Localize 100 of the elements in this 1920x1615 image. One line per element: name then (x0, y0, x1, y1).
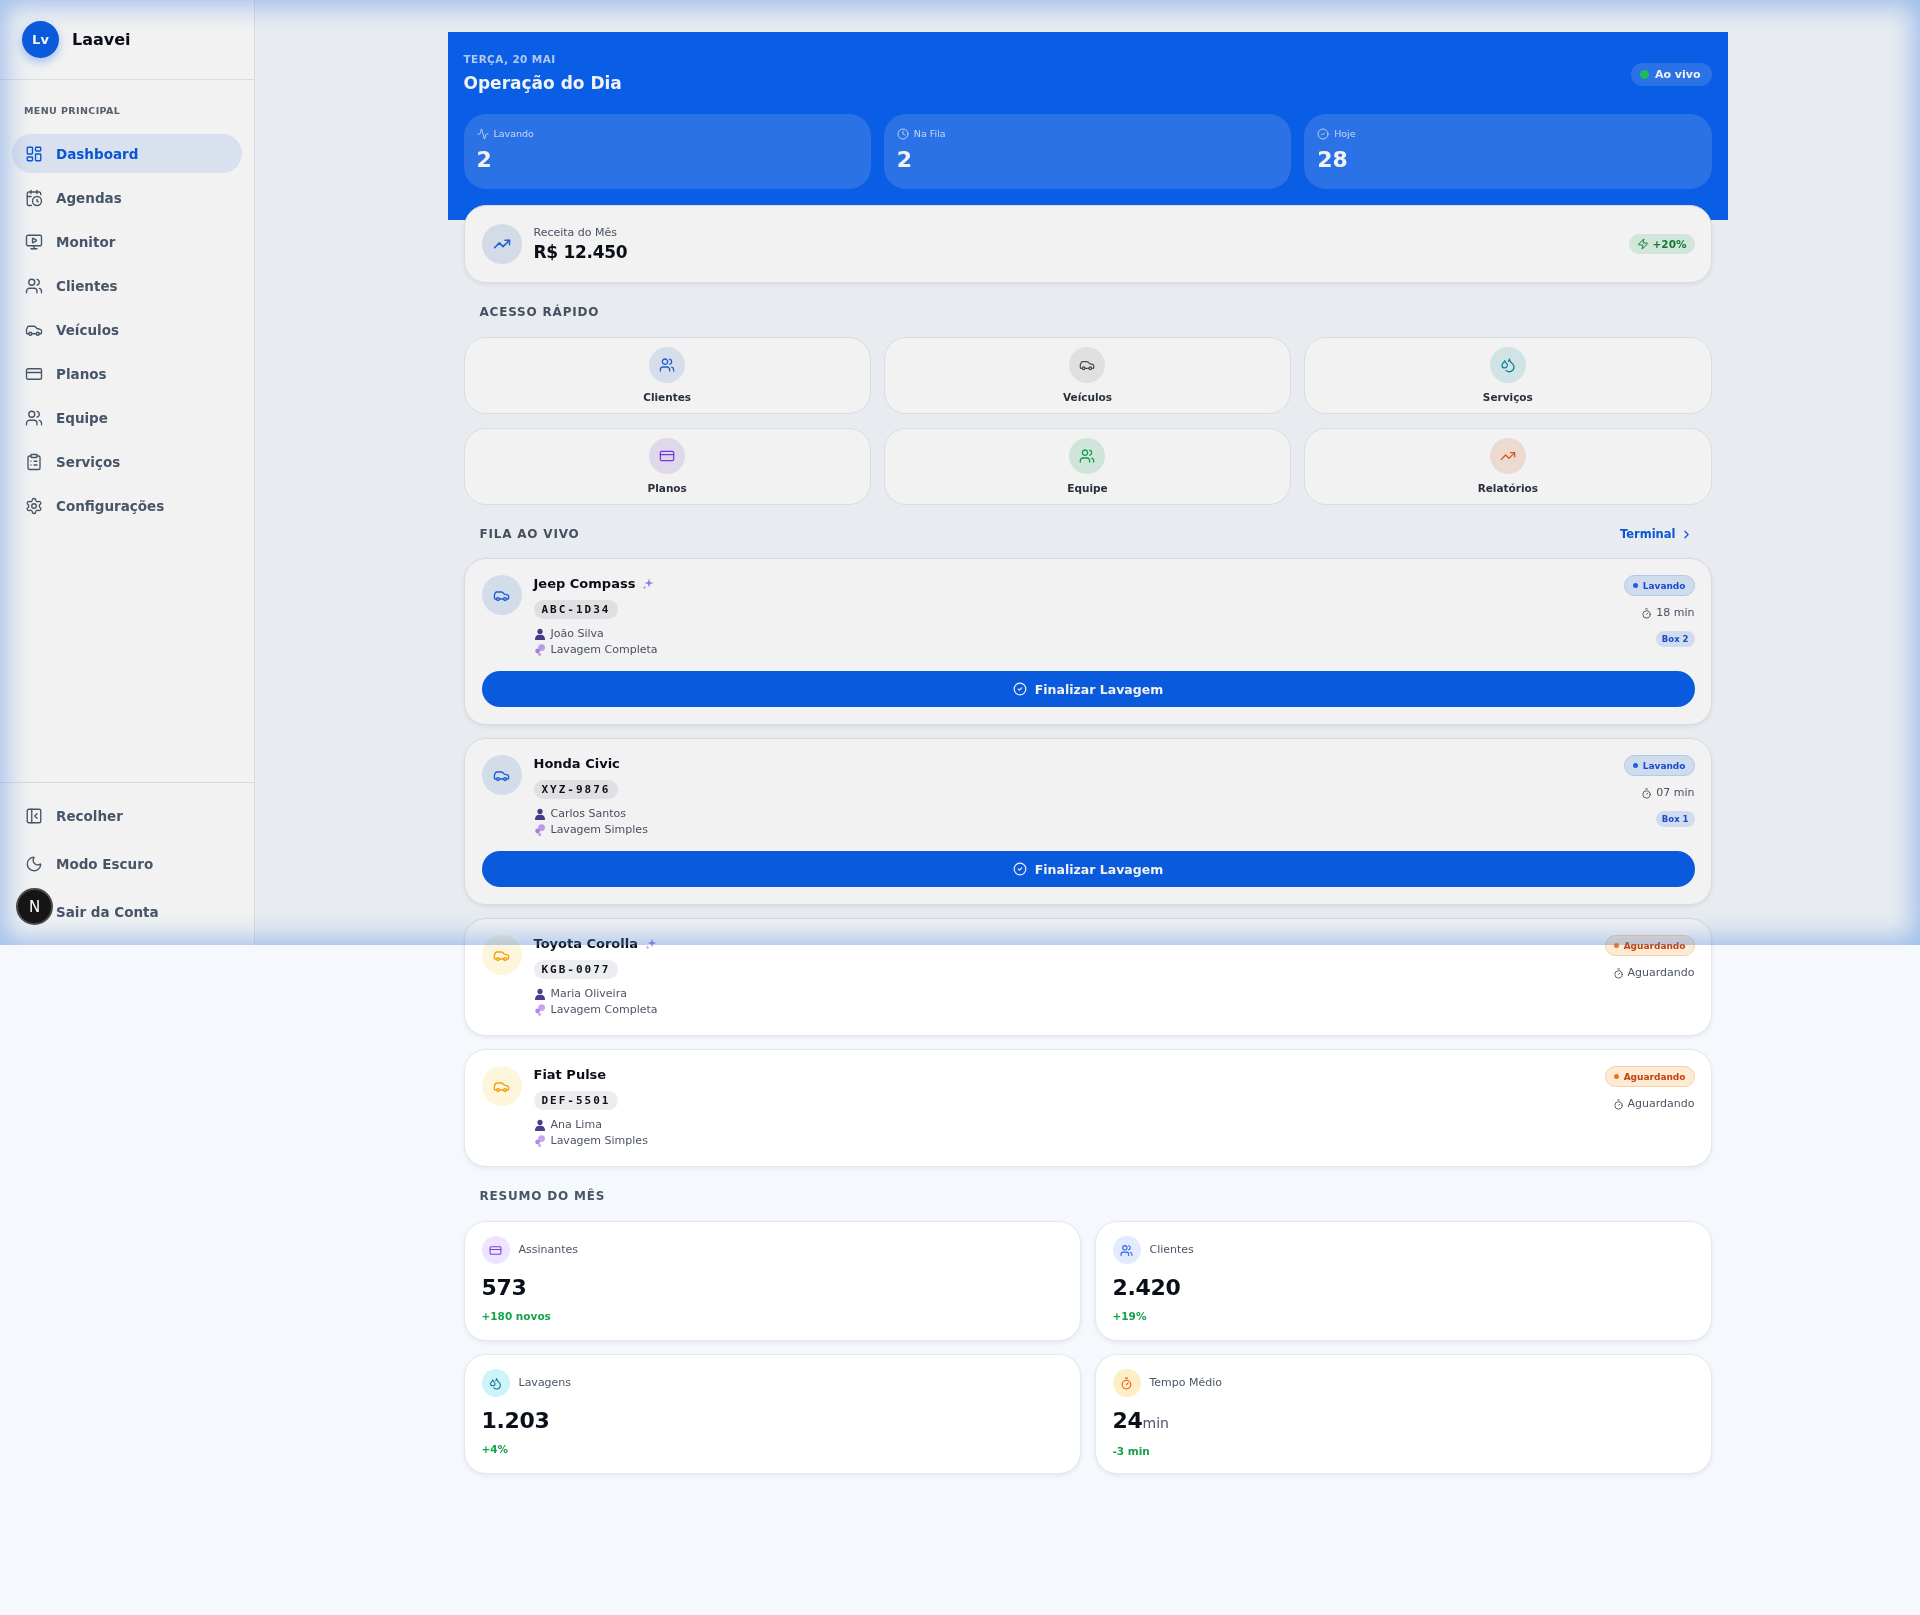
nav-item[interactable]: Configurações (12, 486, 242, 525)
elapsed-time: 07 min (1656, 785, 1695, 801)
nav-item[interactable]: Equipe (12, 398, 242, 437)
revenue-label: Receita do Mês (533, 225, 618, 241)
timer-icon (1641, 787, 1653, 799)
status-text: Lavando (1642, 760, 1686, 771)
bubbles-icon (533, 644, 546, 656)
car-icon (481, 755, 522, 795)
panel-collapse-icon (25, 807, 43, 825)
summary-value: 2.420 (1112, 1274, 1181, 1302)
page-title: Operação do Dia (463, 72, 622, 95)
shortcut-button[interactable]: Equipe (883, 428, 1292, 505)
customer-name: Maria Oliveira (550, 986, 627, 1002)
license-plate: ABC-1D34 (533, 600, 619, 619)
nav-item[interactable]: Veículos (12, 310, 242, 349)
status-dot-icon (1613, 943, 1619, 948)
nav-item[interactable]: Clientes (12, 266, 242, 305)
vehicle-name: Toyota Corolla (533, 935, 638, 953)
stat-label: Na Fila (913, 127, 946, 141)
status-text: Aguardando (1623, 1071, 1686, 1082)
customer-name: Carlos Santos (550, 806, 626, 822)
bay-badge: Box 2 (1655, 631, 1695, 647)
stat-label: Lavando (493, 127, 534, 141)
status-dot-icon (1613, 1074, 1619, 1079)
shortcut-button[interactable]: Clientes (463, 337, 871, 414)
live-text: Ao vivo (1654, 67, 1701, 81)
check-circle-icon (1012, 862, 1027, 876)
vehicle-name: Fiat Pulse (533, 1066, 607, 1084)
service-name: Lavagem Completa (550, 1002, 658, 1018)
stat-value: 2 (896, 146, 913, 174)
summary-change: +4% (481, 1442, 509, 1456)
car-icon (481, 1066, 522, 1106)
sidebar-action[interactable]: Modo Escuro (12, 844, 242, 884)
license-plate: KGB-0077 (533, 960, 619, 979)
summary-label: Tempo Médio (1149, 1375, 1223, 1391)
credit-card-icon (649, 438, 686, 474)
timer-icon (1641, 607, 1653, 619)
bubbles-icon (533, 824, 546, 836)
sidebar-action[interactable]: Recolher (12, 796, 242, 836)
shortcut-button[interactable]: Veículos (883, 337, 1292, 414)
person-icon (533, 988, 546, 1000)
check-circle-icon (1317, 128, 1330, 140)
license-plate: XYZ-9876 (533, 780, 619, 799)
elapsed-time: 18 min (1656, 605, 1695, 621)
summary-value: 573 (481, 1274, 527, 1302)
nav-item[interactable]: Dashboard (12, 134, 242, 173)
summary-change: -3 min (1112, 1444, 1150, 1458)
section-label: MENU PRINCIPAL (24, 104, 121, 118)
summary-label: Clientes (1149, 1242, 1194, 1258)
nav-item[interactable]: Planos (12, 354, 242, 393)
dashboard-icon (25, 144, 43, 163)
finish-wash-button[interactable]: Finalizar Lavagem (481, 851, 1695, 887)
summary-value: 24min (1112, 1407, 1169, 1435)
section-title: FILA AO VIVO (479, 526, 580, 542)
car-icon (1069, 347, 1106, 383)
person-icon (533, 808, 546, 820)
users-icon (25, 276, 43, 295)
stat-value: 28 (1317, 146, 1348, 174)
summary-label: Assinantes (518, 1242, 579, 1258)
shortcut-button[interactable]: Serviços (1304, 337, 1712, 414)
car-icon (481, 575, 522, 615)
droplets-icon (481, 1369, 510, 1397)
nav-item[interactable]: Monitor (12, 222, 242, 261)
service-name: Lavagem Simples (550, 1133, 648, 1149)
status-dot-icon (1632, 763, 1638, 768)
summary-value: 1.203 (481, 1407, 550, 1435)
bubbles-icon (533, 1004, 546, 1016)
summary-change: +180 novos (481, 1309, 551, 1323)
bubbles-icon (533, 1135, 546, 1147)
status-dot-icon (1639, 69, 1649, 79)
customer-name: Ana Lima (550, 1117, 602, 1133)
customer-name: João Silva (550, 626, 604, 642)
shortcut-button[interactable]: Relatórios (1304, 428, 1712, 505)
section-title: ACESSO RÁPIDO (479, 304, 600, 320)
droplets-icon (1489, 347, 1526, 383)
summary-label: Lavagens (518, 1375, 572, 1391)
bay-badge: Box 1 (1655, 811, 1695, 827)
nav-item[interactable]: Agendas (12, 178, 242, 217)
trending-up-icon (1489, 438, 1526, 474)
shortcut-button[interactable]: Planos (463, 428, 871, 505)
clock-icon (896, 128, 909, 140)
timer-icon (1612, 967, 1624, 979)
date-text: TERÇA, 20 MAI (463, 52, 556, 66)
service-name: Lavagem Simples (550, 822, 648, 838)
finish-wash-button[interactable]: Finalizar Lavagem (481, 671, 1695, 707)
users-icon (649, 347, 686, 383)
lightning-icon (1636, 238, 1649, 250)
section-title: RESUMO DO MÊS (479, 1188, 606, 1204)
nav-item[interactable]: Serviços (12, 442, 242, 481)
credit-card-icon (481, 1236, 510, 1264)
elapsed-time: Aguardando (1627, 965, 1695, 981)
person-icon (533, 628, 546, 640)
person-icon (533, 1119, 546, 1131)
trending-up-icon (481, 224, 522, 264)
timer-icon (1112, 1369, 1141, 1397)
revenue-value: R$ 12.450 (533, 241, 628, 263)
elapsed-time: Aguardando (1627, 1096, 1695, 1112)
terminal-link[interactable]: Terminal (1619, 527, 1693, 541)
settings-icon (25, 496, 43, 515)
sidebar-action[interactable]: Sair da Conta (56, 892, 242, 932)
